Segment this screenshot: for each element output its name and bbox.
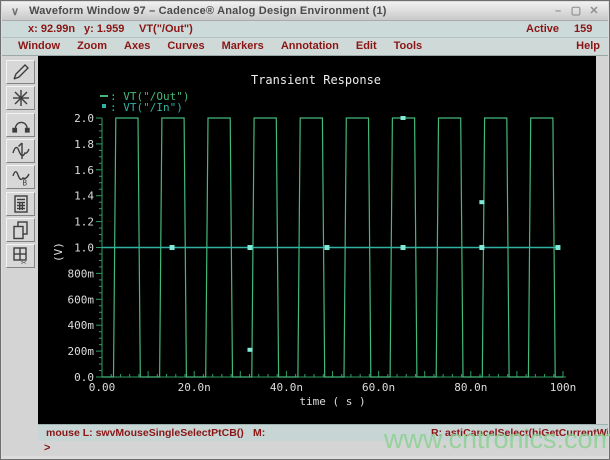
right-margin (596, 56, 608, 424)
readout-bar: x: 92.99n y: 1.959 VT("/Out") Active 159 (2, 21, 608, 38)
trace-in-marker[interactable] (247, 245, 253, 250)
y-tick-label: 1.4 (74, 190, 94, 203)
x-tick-label: 40.0n (270, 381, 303, 394)
close-button[interactable]: ✕ (588, 5, 600, 17)
pencil-icon (12, 64, 29, 80)
x-axis-label: time ( s ) (299, 395, 365, 408)
selected-point-marker[interactable] (247, 347, 253, 352)
y-tick-label: 1.8 (74, 138, 94, 151)
y-tick-label: 1.2 (74, 216, 94, 229)
bottom-left-margin (2, 424, 38, 456)
svg-text:B: B (22, 179, 27, 188)
horizontal-marker-button[interactable]: B (6, 165, 35, 190)
calculator-button[interactable] (6, 191, 35, 216)
minimize-button[interactable]: – (552, 5, 564, 17)
y-tick-label: 200m (68, 345, 95, 358)
vertical-marker-icon (11, 142, 30, 159)
x-tick-label: 20.0n (178, 381, 211, 394)
selected-point-marker[interactable] (400, 116, 406, 120)
menu-item-edit[interactable]: Edit (356, 40, 377, 52)
y-tick-label: 1.6 (74, 164, 94, 177)
menu-item-axes[interactable]: Axes (124, 40, 150, 52)
menu-bar: Window Zoom Axes Curves Markers Annotation Edi… (2, 38, 608, 56)
menu-item-help[interactable]: Help (576, 40, 600, 52)
active-count: 159 (574, 23, 593, 35)
window-title: Waveform Window 97 – Cadence® Analog Des… (29, 5, 387, 17)
pan-arc-button[interactable] (6, 112, 35, 137)
vertical-marker-button[interactable] (6, 138, 35, 163)
legend-in-label[interactable]: : VT("/In") (110, 101, 183, 114)
pencil-button[interactable] (6, 60, 35, 84)
trace-in-marker[interactable] (324, 245, 330, 250)
zoom-fit-button[interactable] (6, 86, 35, 111)
menu-item-annotation[interactable]: Annotation (281, 40, 339, 52)
y-tick-label: 1.0 (74, 242, 94, 255)
copy-window-icon (12, 221, 28, 239)
trace-in-marker[interactable] (400, 245, 406, 250)
y-axis-label: (V) (52, 242, 65, 262)
y-tick-label: 800m (68, 267, 95, 280)
menu-item-zoom[interactable]: Zoom (77, 40, 107, 52)
x-tick-label: 100n (550, 381, 577, 394)
calculator-icon (13, 194, 28, 213)
window-menu-chevron-icon[interactable]: ∨ (11, 5, 19, 18)
menu-items: Window Zoom Axes Curves Markers Annotation Edi… (18, 40, 422, 52)
title-bar[interactable]: ∨ Waveform Window 97 – Cadence® Analog D… (2, 2, 608, 21)
pan-arc-icon (11, 121, 30, 133)
x-tick-label: 60.0n (362, 381, 395, 394)
command-prompt: > (44, 442, 51, 454)
y-tick-label: 2.0 (74, 112, 94, 125)
menu-item-curves[interactable]: Curves (167, 40, 204, 52)
trace-in-marker[interactable] (555, 245, 561, 250)
watermark: www.cntronics.com (384, 424, 610, 454)
selected-point-marker[interactable] (479, 200, 485, 205)
x-tick-label: 80.0n (454, 381, 487, 394)
horizontal-marker-icon: B (11, 171, 30, 188)
x-tick-label: 0.00 (89, 381, 116, 394)
x-readout: x: 92.99n (28, 23, 76, 35)
chart-title: Transient Response (251, 73, 381, 87)
trace-in-marker[interactable] (169, 245, 175, 250)
copy-window-button[interactable] (6, 217, 35, 242)
mouse-middle-binding: M: (253, 427, 266, 439)
y-tick-label: 400m (68, 319, 95, 332)
slice-icon: ✂ (12, 247, 27, 268)
svg-text:✂: ✂ (21, 259, 27, 268)
plot-canvas[interactable]: Transient Response 0.0 200m 400m 600m 800m 1.0… (38, 56, 596, 424)
active-label: Active (526, 23, 560, 35)
trace-in-marker[interactable] (479, 245, 485, 250)
toolbar: B ✂ (2, 56, 38, 424)
y-readout: y: 1.959 (84, 23, 125, 35)
legend-in-swatch (102, 104, 106, 108)
slice-button[interactable]: ✂ (6, 244, 35, 269)
menu-item-markers[interactable]: Markers (222, 40, 264, 52)
menu-item-tools[interactable]: Tools (394, 40, 423, 52)
maximize-button[interactable]: ▢ (570, 5, 582, 17)
mouse-left-binding: mouse L: swvMouseSingleSelectPtCB() (46, 427, 244, 439)
trace-expression: VT("/Out") (139, 23, 193, 35)
menu-item-window[interactable]: Window (18, 40, 60, 52)
y-tick-label: 600m (68, 293, 95, 306)
zoom-fit-icon (12, 90, 29, 107)
